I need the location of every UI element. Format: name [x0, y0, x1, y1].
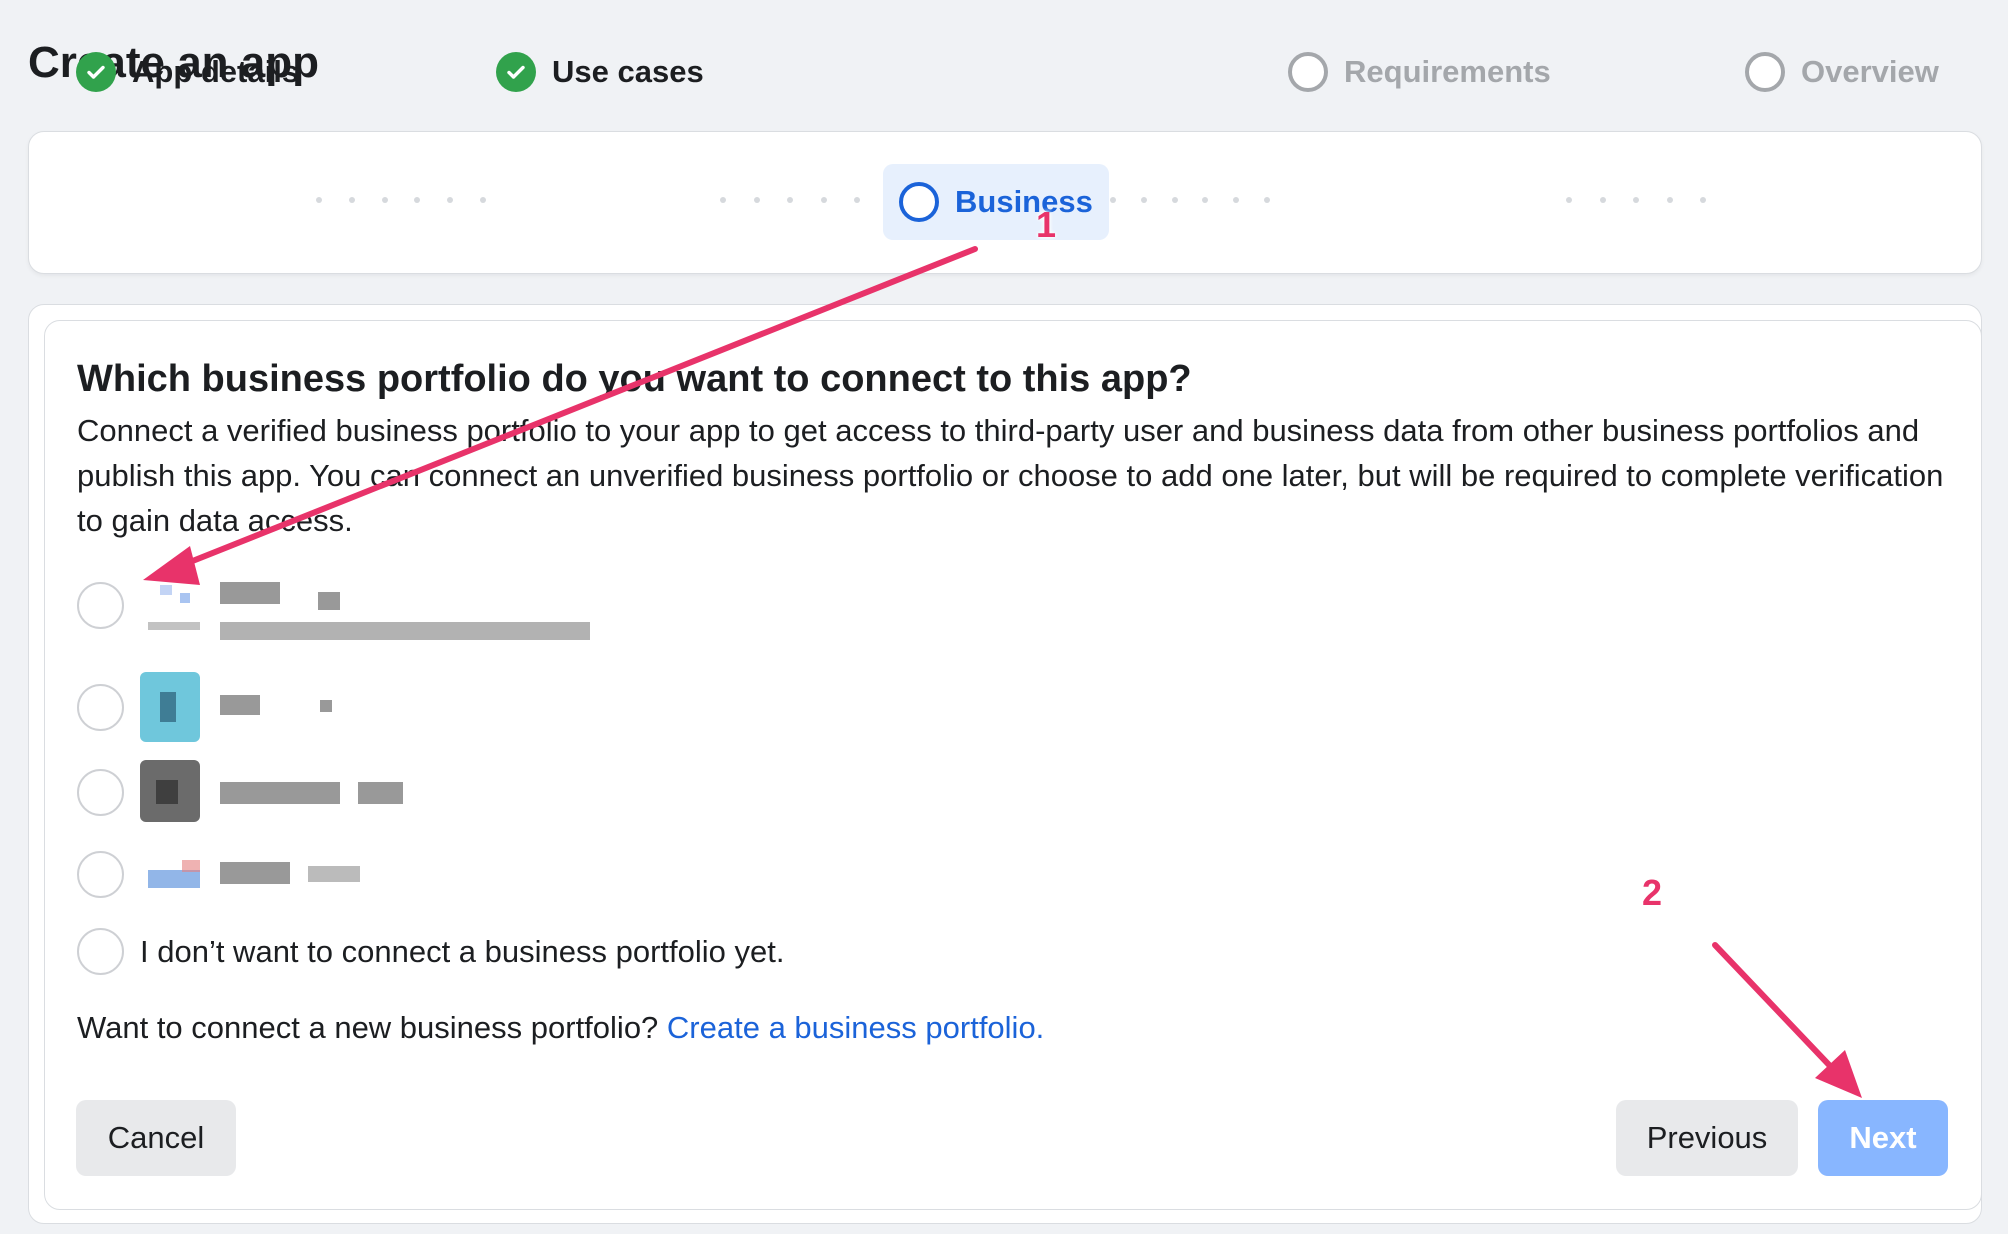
portfolio-radio-3[interactable] — [77, 769, 124, 816]
circle-icon — [1745, 52, 1785, 92]
step-business[interactable]: Business — [883, 164, 1109, 240]
step-requirements[interactable]: Requirements — [1288, 34, 1551, 110]
step-connector — [1566, 197, 1706, 203]
step-use-cases[interactable]: Use cases — [496, 34, 704, 110]
annotation-number-1: 1 — [1036, 204, 1057, 245]
check-icon — [496, 52, 536, 92]
next-button[interactable]: Next — [1818, 1100, 1948, 1176]
circle-icon — [1288, 52, 1328, 92]
annotation-number-2: 2 — [1642, 872, 1663, 913]
portfolio-radio-4[interactable] — [77, 851, 124, 898]
cancel-button[interactable]: Cancel — [76, 1100, 236, 1176]
circle-icon — [899, 182, 939, 222]
step-label: Requirements — [1344, 54, 1551, 89]
step-label: Business — [955, 184, 1093, 219]
business-question: Which business portfolio do you want to … — [77, 358, 1192, 400]
create-portfolio-prompt: Want to connect a new business portfolio… — [77, 1010, 1044, 1046]
step-label: App details — [132, 54, 300, 89]
portfolio-radio-1[interactable] — [77, 582, 124, 629]
create-portfolio-question: Want to connect a new business portfolio… — [77, 1010, 659, 1045]
portfolio-radio-2[interactable] — [77, 684, 124, 731]
step-overview[interactable]: Overview — [1745, 34, 1939, 110]
check-icon — [76, 52, 116, 92]
create-portfolio-link[interactable]: Create a business portfolio. — [667, 1010, 1044, 1045]
step-connector — [316, 197, 486, 203]
step-label: Overview — [1801, 54, 1939, 89]
previous-button[interactable]: Previous — [1616, 1100, 1798, 1176]
no-portfolio-radio[interactable] — [77, 928, 124, 975]
portfolio-avatar-2 — [140, 672, 200, 742]
no-portfolio-label[interactable]: I don’t want to connect a business portf… — [140, 934, 785, 970]
step-connector — [720, 197, 860, 203]
step-app-details[interactable]: App details — [76, 34, 299, 110]
business-description: Connect a verified business portfolio to… — [77, 413, 1944, 538]
step-label: Use cases — [552, 54, 704, 89]
portfolio-avatar-3 — [140, 760, 200, 822]
step-connector — [1110, 197, 1270, 203]
